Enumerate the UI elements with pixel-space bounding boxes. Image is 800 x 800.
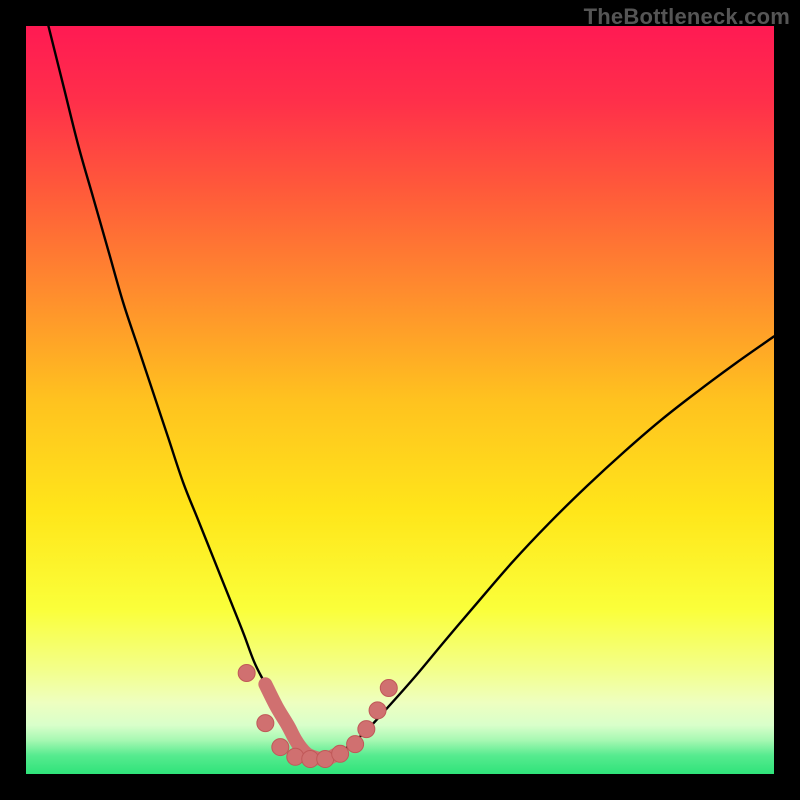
data-dot xyxy=(380,679,397,696)
plot-area xyxy=(26,26,774,774)
data-dot xyxy=(272,739,289,756)
data-dot xyxy=(369,702,386,719)
watermark-label: TheBottleneck.com xyxy=(584,4,790,30)
data-dot xyxy=(347,736,364,753)
frame: TheBottleneck.com xyxy=(0,0,800,800)
data-dot xyxy=(238,665,255,682)
bottleneck-curve xyxy=(48,26,774,759)
data-dot xyxy=(332,745,349,762)
data-dot xyxy=(317,751,334,768)
data-dot xyxy=(287,748,304,765)
data-dot xyxy=(358,721,375,738)
chart-svg xyxy=(26,26,774,774)
data-dot xyxy=(302,751,319,768)
data-dot xyxy=(257,715,274,732)
